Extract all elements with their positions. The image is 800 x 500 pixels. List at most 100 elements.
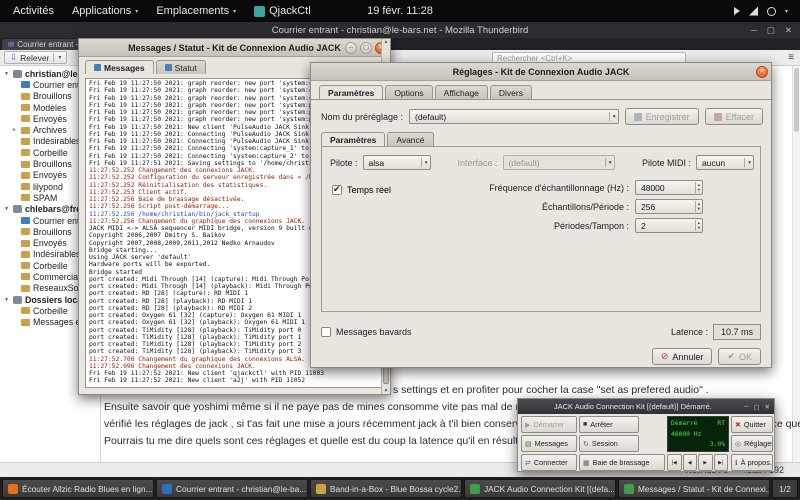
expander-icon[interactable]: ▾ [3, 71, 10, 77]
folder-icon [21, 240, 30, 247]
preset-combobox[interactable]: (default)▾ [409, 109, 619, 124]
subtab[interactable]: Paramètres [321, 132, 385, 146]
tab[interactable]: Options [385, 85, 432, 99]
maximize-button[interactable]: ▢ [767, 25, 775, 36]
transport-controls: |◀◀▶▶| [667, 454, 728, 471]
qjackctl-titlebar[interactable]: JACK Audio Connection Kit [(default)] Dé… [518, 399, 774, 414]
driver-combobox[interactable]: alsa▾ [363, 155, 431, 170]
driver-label: Pilote : [330, 158, 358, 168]
expander-icon[interactable]: ▾ [3, 297, 10, 303]
close-button[interactable]: ✕ [785, 25, 792, 36]
folder-label: Brouillons [33, 227, 72, 237]
power-icon [767, 7, 776, 16]
spinner-icons[interactable]: ▴▾ [695, 182, 700, 193]
maximize-button[interactable]: ▢ [360, 42, 372, 54]
scroll-up-icon[interactable]: ▲ [384, 39, 389, 45]
vertical-scrollbar[interactable] [792, 66, 800, 462]
transport-button[interactable]: ◀ [683, 454, 698, 471]
folder-label: lilypond [33, 182, 63, 192]
save-icon [634, 113, 642, 121]
realtime-option[interactable]: Temps réel [332, 185, 391, 195]
activities-button[interactable]: Activités [4, 3, 63, 19]
tab[interactable]: Messages [85, 60, 154, 74]
delete-icon [714, 113, 722, 121]
transport-button[interactable]: ▶ [698, 454, 713, 471]
applications-menu[interactable]: Applications▾ [63, 3, 147, 19]
folder-icon [21, 228, 30, 235]
patchbay-button[interactable]: ▦Baie de brassage [579, 454, 665, 471]
settings-titlebar[interactable]: Réglages - Kit de Connexion Audio JACK ✕ [311, 63, 771, 81]
start-button[interactable]: ▶Démarrer [521, 416, 577, 433]
app-menu-qjackctl[interactable]: QjackCtl [245, 3, 320, 19]
maximize-button[interactable]: ▢ [753, 403, 759, 411]
thunderbird-titlebar[interactable]: Courrier entrant - christian@le-bars.net… [0, 22, 800, 38]
expander-icon[interactable]: ▾ [3, 206, 10, 212]
minimize-button[interactable]: ─ [751, 25, 757, 35]
cancel-button[interactable]: ⊘Annuler [652, 348, 713, 365]
workspace-pager[interactable]: 1/2 [772, 479, 798, 498]
messages-titlebar[interactable]: Messages / Statut - Kit de Connexion Aud… [79, 39, 390, 57]
messages-button[interactable]: ▤Messages [521, 435, 577, 452]
tab[interactable]: Statut [156, 60, 206, 74]
transport-button[interactable]: |◀ [667, 454, 682, 471]
folder-label: Envoyés [33, 238, 67, 248]
ok-button[interactable]: ✔OK [718, 348, 761, 365]
scroll-down-icon[interactable]: ▼ [384, 388, 389, 394]
folder-label: Indésirables [33, 136, 80, 146]
taskbar-window-button[interactable]: JACK Audio Connection Kit [(defa... [464, 479, 616, 498]
window-controls: ✕ [756, 66, 768, 78]
subtab[interactable]: Avancé [387, 132, 433, 146]
app-menu-icon[interactable]: ≡ [788, 52, 794, 63]
tab[interactable]: Affichage [435, 85, 488, 99]
close-button[interactable]: ✕ [765, 403, 770, 411]
scrollbar-thumb[interactable] [794, 68, 799, 132]
tab[interactable]: Paramètres [319, 85, 383, 99]
periods-value: 2 [641, 221, 646, 231]
get-mail-button[interactable]: ⇩ Relever ▾ [4, 51, 67, 64]
spinner-icons[interactable]: ▴▾ [695, 220, 700, 231]
taskbar-window-button[interactable]: Band-in-a-Box - Blue Bossa cycle2... [310, 479, 462, 498]
samplerate-label: Fréquence d'échantillonnage (Hz) : [417, 183, 629, 193]
taskbar-window-button[interactable]: Messages / Statut - Kit de Connexi... [618, 479, 770, 498]
delete-preset-button[interactable]: Effacer [705, 108, 763, 125]
save-preset-button[interactable]: Enregistrer [625, 108, 699, 125]
expander-icon[interactable]: ▸ [11, 127, 18, 133]
chevron-down-icon: ▾ [233, 8, 236, 15]
connect-button[interactable]: ⇄Connecter [521, 454, 577, 471]
midi-driver-combobox[interactable]: aucun▾ [696, 155, 754, 170]
session-button[interactable]: ↻Session [579, 435, 639, 452]
folder-icon [21, 127, 30, 134]
setup-button[interactable]: ◎Réglages... [731, 435, 773, 452]
verbose-checkbox[interactable] [321, 327, 331, 337]
interface-combobox: (default)▾ [503, 155, 615, 170]
clock[interactable]: 19 févr. 11:28 [367, 5, 433, 17]
window-label: Courrier entrant - christian@le-ba... [176, 484, 306, 494]
folder-icon [21, 115, 30, 122]
close-button[interactable]: ✕ [756, 66, 768, 78]
frames-combobox[interactable]: 256▴▾ [635, 199, 703, 214]
places-menu[interactable]: Emplacements▾ [147, 3, 245, 19]
about-button[interactable]: ℹÀ propos... [731, 454, 773, 471]
system-tray[interactable]: ▾ [734, 0, 800, 22]
taskbar-window-button[interactable]: Courrier entrant - christian@le-ba... [156, 479, 308, 498]
minimize-button[interactable]: ─ [345, 42, 357, 54]
window-controls: ─ ▢ ✕ [744, 403, 770, 411]
transport-button[interactable]: ▶| [714, 454, 729, 471]
tab-label: Affichage [444, 88, 479, 98]
session-label: Session [592, 439, 618, 448]
minimize-button[interactable]: ─ [744, 403, 749, 411]
spinner-icons[interactable]: ▴▾ [695, 201, 700, 212]
chevron-down-icon: ▾ [785, 8, 788, 15]
folder-icon [21, 183, 30, 190]
taskbar-window-button[interactable]: Écouter Allzic Radio Blues en lign... [2, 479, 154, 498]
folder-icon [21, 138, 30, 145]
samplerate-combobox[interactable]: 48000▴▾ [635, 180, 703, 195]
stop-button[interactable]: ■Arrêter [579, 416, 639, 433]
subtab-label: Avancé [396, 135, 424, 145]
tab[interactable]: Divers [490, 85, 532, 99]
window-label: Écouter Allzic Radio Blues en lign... [22, 484, 153, 494]
periods-combobox[interactable]: 2 ▴▾ [635, 218, 703, 233]
realtime-checkbox[interactable] [332, 185, 342, 195]
quit-button[interactable]: ✖Quitter [731, 416, 773, 433]
get-mail-icon: ⇩ [10, 52, 17, 63]
